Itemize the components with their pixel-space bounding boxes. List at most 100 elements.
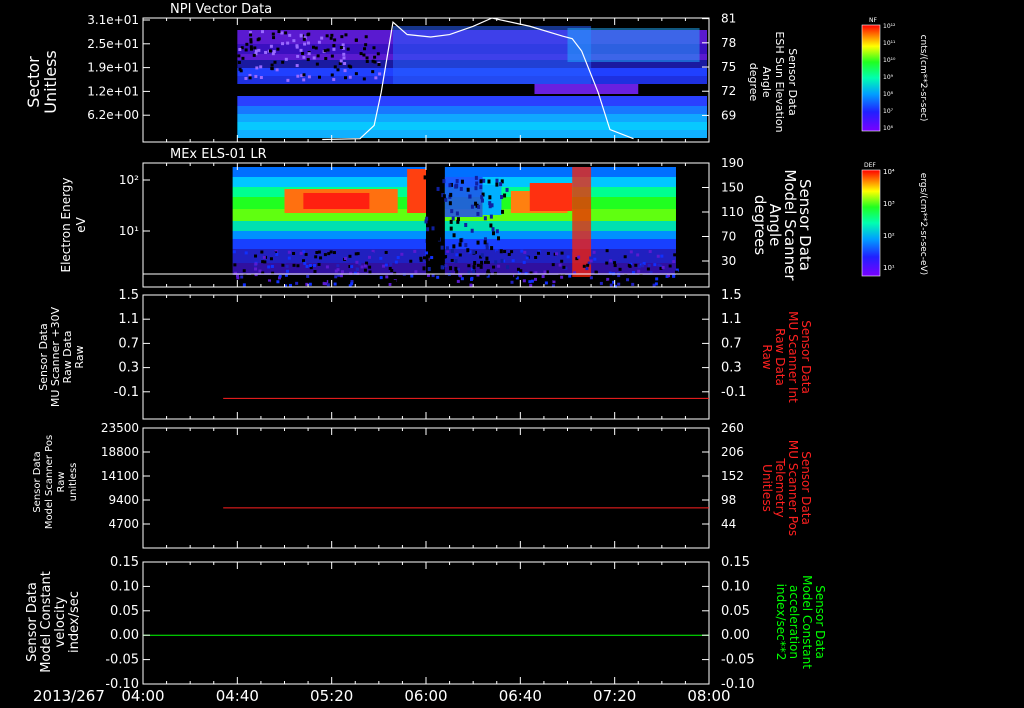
spectrogram-cell <box>499 182 503 187</box>
spectrogram-cell <box>468 194 472 199</box>
spectrogram-cell <box>495 178 499 183</box>
spectrogram-cell <box>456 279 460 283</box>
heatmap-cell <box>339 59 343 63</box>
spectrogram-cell <box>269 257 273 261</box>
heatmap-cell <box>371 70 375 74</box>
heatmap-cell <box>275 68 279 72</box>
spectrogram-cell <box>469 277 473 281</box>
spectrogram-cell <box>565 250 569 254</box>
panel-5-ticks: 0.150.100.050.00-0.05-0.100.150.100.050.… <box>105 555 754 692</box>
spectrogram-cell <box>597 275 601 279</box>
right-y-tick-label: 75 <box>721 60 736 74</box>
heatmap-cell <box>257 48 261 52</box>
spectrogram-cell <box>510 250 514 254</box>
spectrogram-cell <box>530 279 534 283</box>
heatmap-cell <box>341 43 345 47</box>
heatmap-cell <box>317 40 321 44</box>
spectrogram-cell <box>428 195 432 200</box>
spectrogram-cell <box>599 281 603 285</box>
spectrogram-cell <box>465 282 469 286</box>
spectrogram-cell <box>251 281 255 285</box>
spectrogram-band <box>232 167 676 177</box>
spectrogram-cell <box>478 250 482 254</box>
spectrogram-cell <box>470 228 474 233</box>
spectrogram-cell <box>441 259 445 263</box>
spectrogram-cell <box>236 276 240 280</box>
colorbar-nf-tag: NF <box>869 17 877 24</box>
heatmap-cell <box>259 76 263 80</box>
right-y-tick-label: 0.3 <box>721 361 742 376</box>
spectrogram-cell <box>394 260 398 264</box>
right-y-tick-label: 1.5 <box>721 288 742 303</box>
spectrogram-cell <box>562 265 566 269</box>
spectrogram-cell <box>323 279 327 283</box>
heatmap-cell <box>330 33 334 37</box>
panel-3-rlabel-3: Raw Data <box>773 328 787 386</box>
spectrogram-cell <box>368 270 372 274</box>
spectrogram-cell <box>363 264 367 268</box>
spectrogram-cell <box>312 263 316 267</box>
spectrogram-cell <box>423 256 427 260</box>
heatmap-cell <box>364 43 368 47</box>
heatmap-cell <box>257 37 261 41</box>
panel-2-spectrogram <box>232 165 679 288</box>
spectrogram-cell <box>541 275 545 279</box>
spectrogram-cell <box>322 282 326 286</box>
spectrogram-cell <box>464 243 468 248</box>
spectrogram-cell <box>459 238 463 243</box>
panel-1-ylabel-2: Unitless <box>41 50 60 114</box>
spectrogram-cell <box>370 251 374 255</box>
right-y-tick-label: 0.7 <box>721 336 742 351</box>
spectrogram-cell <box>563 279 567 283</box>
spectrogram-cell <box>232 250 236 254</box>
spectrogram-cell <box>472 270 476 275</box>
spectrogram-cell <box>544 281 548 285</box>
heatmap-cell <box>332 47 336 51</box>
y-tick-label: 0.05 <box>110 604 139 619</box>
y-tick-label: -0.05 <box>105 653 139 668</box>
spectrogram-cell <box>631 282 635 286</box>
right-y-tick-label: 30 <box>721 254 736 268</box>
x-tick-label: 04:00 <box>121 687 164 705</box>
heatmap-band <box>237 106 708 114</box>
spectrogram-cell <box>451 216 455 221</box>
spectrogram-cell <box>652 251 656 255</box>
y-tick-label: 1.9e+01 <box>87 61 139 75</box>
spectrogram-cell <box>396 256 400 260</box>
heatmap-cell <box>306 41 310 45</box>
spectrogram-cell <box>254 254 258 258</box>
spectrogram-cell <box>520 249 524 253</box>
heatmap-cell <box>363 47 367 51</box>
heatmap-cell <box>255 66 259 70</box>
spectrogram-cell <box>525 256 529 260</box>
spectrogram-cell <box>450 248 454 253</box>
spectrogram-cell <box>314 255 318 259</box>
heatmap-cell <box>340 35 344 39</box>
y-tick-label: -0.1 <box>114 385 139 400</box>
spectrogram-cell <box>449 266 453 271</box>
spectrogram-cell <box>242 283 246 287</box>
panel-5-ylabel-2: Model Constant <box>39 571 54 673</box>
spectrogram-cell <box>661 265 665 269</box>
spectrogram-cell <box>452 233 456 238</box>
spectrogram-cell <box>431 245 435 250</box>
spectrogram-cell <box>552 280 556 284</box>
panel-2-els: MEx ELS-01 LR 10² 10¹ 190 150 110 70 30 Electr… <box>59 147 814 288</box>
heatmap-cell <box>324 57 328 61</box>
spectrogram-cell <box>443 283 447 287</box>
spectrogram-cell <box>268 252 272 256</box>
spectrogram-cell <box>511 259 515 263</box>
heatmap-cell <box>260 30 264 34</box>
spectrogram-cell <box>262 255 266 259</box>
spectrogram-cell <box>327 252 331 256</box>
panel-1-title: NPI Vector Data <box>170 2 272 17</box>
heatmap-cell <box>252 53 256 57</box>
y-tick-label: 10² <box>119 173 139 187</box>
y-tick-label: 1.1 <box>118 312 139 327</box>
heatmap-cell <box>281 42 285 46</box>
spectrogram-cell <box>379 276 383 280</box>
spectrogram-cell <box>297 275 301 279</box>
spectrogram-cell <box>483 216 487 221</box>
heatmap-band <box>534 84 639 94</box>
spectrogram-cell <box>641 264 645 268</box>
